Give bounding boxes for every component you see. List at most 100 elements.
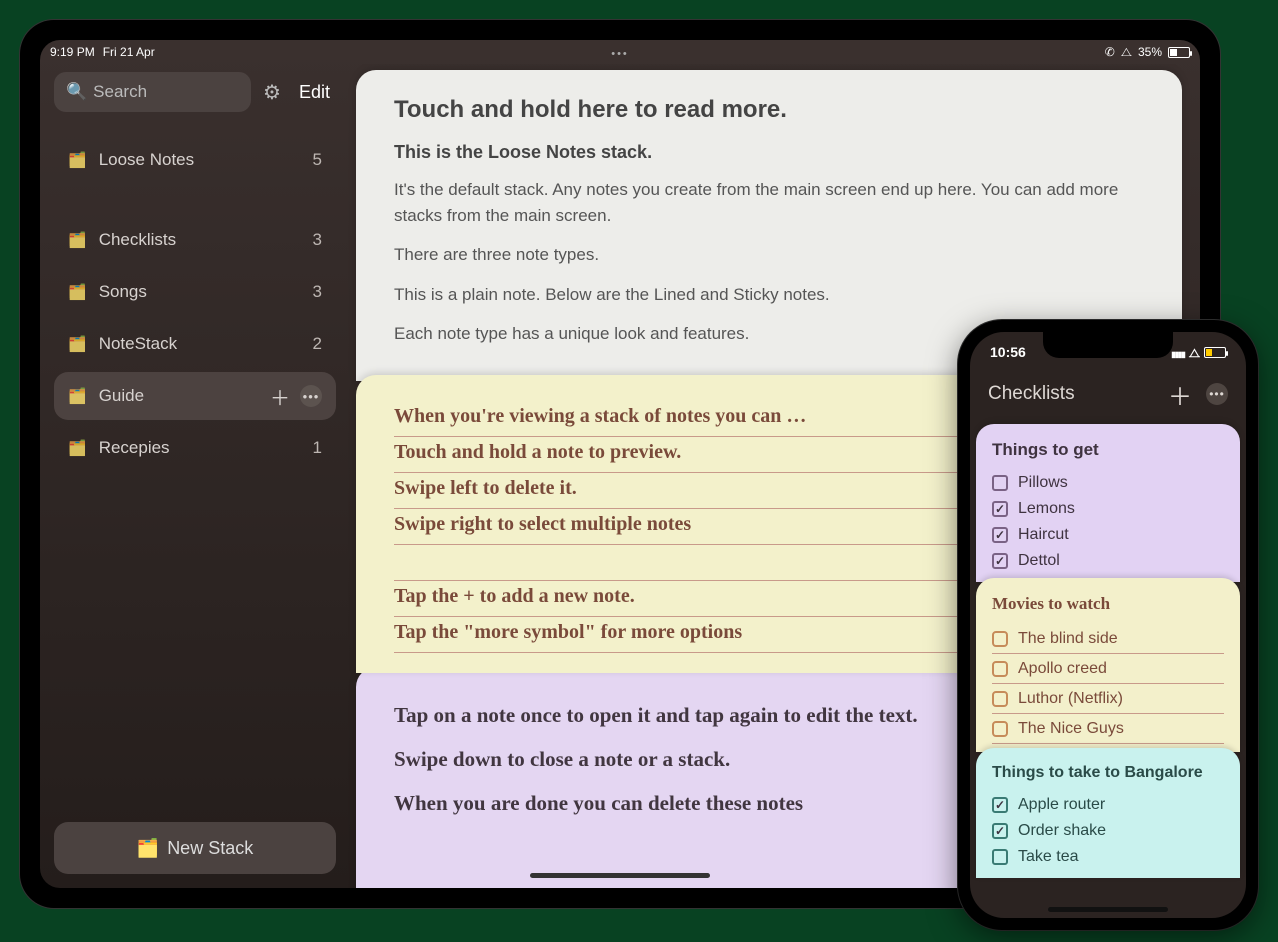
checkbox-icon[interactable] — [992, 475, 1008, 491]
item-label: Apollo creed — [1018, 660, 1107, 678]
sidebar-item-label: Loose Notes — [99, 150, 313, 170]
sidebar-item-count: 5 — [313, 150, 322, 170]
checklist-item[interactable]: Luthor (Netflix) — [992, 684, 1224, 714]
card-title: Things to take to Bangalore — [992, 764, 1224, 782]
sidebar-item-count: 3 — [313, 282, 322, 302]
sidebar-item-notestack[interactable]: 🗂️ NoteStack 2 — [54, 320, 336, 368]
battery-icon — [1204, 347, 1226, 358]
sidebar-item-count: 1 — [313, 438, 322, 458]
note-paragraph: This is a plain note. Below are the Line… — [394, 282, 1144, 308]
checklist-card-things-to-get[interactable]: Things to get Pillows Lemons Haircut Det… — [976, 424, 1240, 582]
checkbox-icon[interactable] — [992, 797, 1008, 813]
card-title: Movies to watch — [992, 594, 1224, 614]
battery-icon — [1168, 47, 1190, 58]
item-label: Apple router — [1018, 796, 1105, 814]
status-date: Fri 21 Apr — [103, 45, 155, 59]
wifi-icon — [1121, 45, 1132, 60]
checkbox-icon[interactable] — [992, 553, 1008, 569]
checklist-card-movies[interactable]: Movies to watch The blind side Apollo cr… — [976, 578, 1240, 752]
status-time: 9:19 PM — [50, 45, 95, 59]
item-label: Haircut — [1018, 526, 1069, 544]
new-stack-button[interactable]: 🗂️ New Stack — [54, 822, 336, 874]
sidebar-item-label: NoteStack — [99, 334, 313, 354]
note-paragraph: There are three note types. — [394, 242, 1144, 268]
notch — [1043, 332, 1173, 358]
more-icon[interactable]: ••• — [300, 385, 322, 407]
sidebar-item-loose-notes[interactable]: 🗂️ Loose Notes 5 — [54, 136, 336, 184]
sidebar-item-label: Recepies — [99, 438, 313, 458]
item-label: Take tea — [1018, 848, 1078, 866]
iphone-header: Checklists ＋ ••• — [970, 372, 1246, 416]
stack-icon: 🗂️ — [68, 283, 87, 301]
item-label: Luthor (Netflix) — [1018, 690, 1123, 708]
checklist-item[interactable]: Haircut — [992, 522, 1224, 548]
sidebar-item-label: Guide — [99, 386, 270, 406]
home-indicator[interactable] — [1048, 907, 1168, 912]
stack-icon: 🗂️ — [137, 838, 159, 859]
status-time: 10:56 — [990, 344, 1026, 360]
checkbox-icon[interactable] — [992, 823, 1008, 839]
new-stack-label: New Stack — [167, 838, 253, 859]
checkbox-icon[interactable] — [992, 849, 1008, 865]
checklist-item[interactable]: Pillows — [992, 470, 1224, 496]
gear-icon[interactable]: ⚙ — [259, 80, 285, 105]
sidebar-item-count: 3 — [313, 230, 322, 250]
battery-percent: 35% — [1138, 45, 1162, 59]
checkbox-icon[interactable] — [992, 691, 1008, 707]
checklist-item[interactable]: Lemons — [992, 496, 1224, 522]
item-label: Order shake — [1018, 822, 1106, 840]
checkbox-icon[interactable] — [992, 527, 1008, 543]
more-button[interactable]: ••• — [1206, 383, 1228, 405]
sidebar: 🔍 Search ⚙ Edit 🗂️ Loose Notes 5 🗂️ Chec… — [40, 64, 350, 888]
edit-button[interactable]: Edit — [293, 82, 336, 103]
checklist-item[interactable]: Apollo creed — [992, 654, 1224, 684]
checklist-item[interactable]: Apple router — [992, 792, 1224, 818]
iphone-device: 10:56 Checklists ＋ ••• Things to get Pil… — [958, 320, 1258, 930]
stack-icon: 🗂️ — [68, 231, 87, 249]
checklist-stack: Things to get Pillows Lemons Haircut Det… — [970, 416, 1246, 918]
sidebar-item-songs[interactable]: 🗂️ Songs 3 — [54, 268, 336, 316]
add-note-icon[interactable]: ＋ — [270, 382, 290, 411]
item-label: Pillows — [1018, 474, 1068, 492]
search-input[interactable]: 🔍 Search — [54, 72, 251, 112]
card-title: Things to get — [992, 440, 1224, 460]
header-title: Checklists — [988, 383, 1075, 405]
checklist-card-bangalore[interactable]: Things to take to Bangalore Apple router… — [976, 748, 1240, 878]
sidebar-item-recepies[interactable]: 🗂️ Recepies 1 — [54, 424, 336, 472]
phone-icon: ✆ — [1105, 45, 1115, 59]
checkbox-icon[interactable] — [992, 661, 1008, 677]
drag-handle-dots-icon: ••• — [611, 48, 629, 60]
search-icon: 🔍 — [66, 82, 87, 102]
wifi-icon — [1189, 344, 1200, 361]
checklist-item[interactable]: Order shake — [992, 818, 1224, 844]
search-placeholder: Search — [93, 82, 147, 102]
stack-icon: 🗂️ — [68, 335, 87, 353]
note-title: Touch and hold here to read more. — [394, 96, 1144, 124]
checklist-item[interactable]: The blind side — [992, 624, 1224, 654]
item-label: Lemons — [1018, 500, 1075, 518]
checklist-item[interactable]: Dettol — [992, 548, 1224, 574]
signal-icon — [1171, 344, 1185, 360]
item-label: Dettol — [1018, 552, 1060, 570]
note-subtitle: This is the Loose Notes stack. — [394, 142, 1144, 163]
home-indicator[interactable] — [530, 873, 710, 878]
sidebar-item-label: Songs — [99, 282, 313, 302]
stack-icon: 🗂️ — [68, 151, 87, 169]
checklist-item[interactable]: The Nice Guys — [992, 714, 1224, 744]
sidebar-item-label: Checklists — [99, 230, 313, 250]
stack-icon: 🗂️ — [68, 387, 87, 405]
add-button[interactable]: ＋ — [1168, 377, 1192, 412]
checkbox-icon[interactable] — [992, 721, 1008, 737]
sidebar-item-checklists[interactable]: 🗂️ Checklists 3 — [54, 216, 336, 264]
checkbox-icon[interactable] — [992, 631, 1008, 647]
stack-list: 🗂️ Loose Notes 5 🗂️ Checklists 3 🗂️ Song… — [54, 136, 336, 822]
item-label: The blind side — [1018, 630, 1118, 648]
sidebar-item-count: 2 — [313, 334, 322, 354]
note-paragraph: It's the default stack. Any notes you cr… — [394, 177, 1144, 228]
stack-icon: 🗂️ — [68, 439, 87, 457]
sidebar-item-guide[interactable]: 🗂️ Guide ＋ ••• — [54, 372, 336, 420]
checkbox-icon[interactable] — [992, 501, 1008, 517]
checklist-item[interactable]: Take tea — [992, 844, 1224, 870]
iphone-screen: 10:56 Checklists ＋ ••• Things to get Pil… — [970, 332, 1246, 918]
item-label: The Nice Guys — [1018, 720, 1124, 738]
